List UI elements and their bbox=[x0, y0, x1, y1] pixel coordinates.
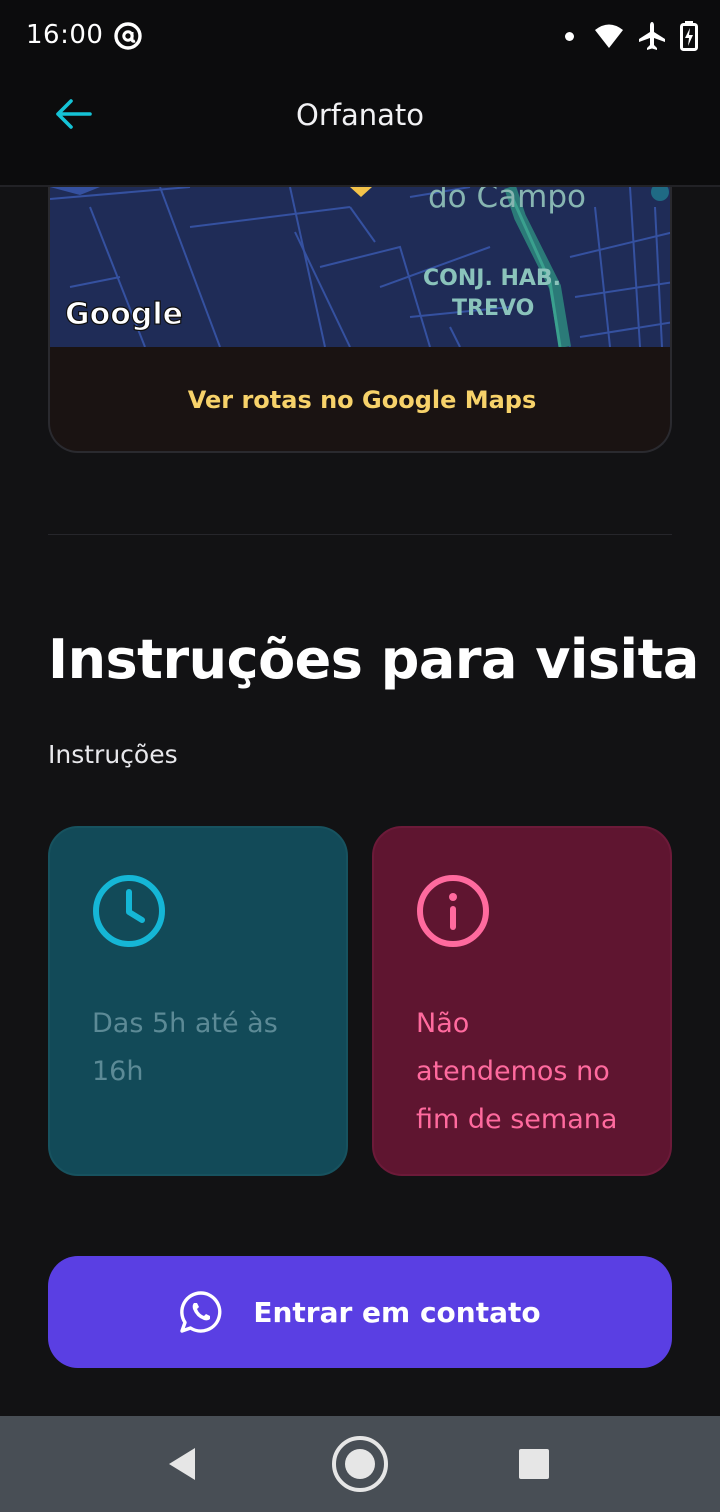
google-logo: Google bbox=[65, 297, 183, 332]
clock-icon bbox=[93, 875, 165, 947]
map-pin-icon bbox=[350, 187, 372, 197]
home-circle-icon bbox=[332, 1436, 388, 1492]
wifi-icon bbox=[595, 24, 623, 48]
instructions-title: Instruções para visita bbox=[48, 628, 699, 691]
instructions-subtitle: Instruções bbox=[48, 740, 178, 769]
at-sign-icon bbox=[114, 22, 142, 50]
status-bar: 16:00 bbox=[0, 0, 720, 72]
map-streets: do Campo CONJ. HAB. TREVO Google bbox=[50, 187, 670, 347]
status-time: 16:00 bbox=[26, 20, 104, 50]
map-label-neighborhood-2: TREVO bbox=[452, 296, 534, 321]
airplane-mode-icon bbox=[639, 22, 665, 50]
nav-back-button[interactable] bbox=[152, 1434, 212, 1494]
map-label-district: do Campo bbox=[428, 187, 586, 215]
map-label-neighborhood-1: CONJ. HAB. bbox=[423, 266, 561, 291]
battery-charging-icon bbox=[680, 21, 698, 51]
map-card: do Campo CONJ. HAB. TREVO Google Ver rot… bbox=[48, 187, 672, 453]
page-title: Orfanato bbox=[296, 98, 424, 132]
nav-recents-button[interactable] bbox=[504, 1434, 564, 1494]
app-bar: Orfanato bbox=[0, 72, 720, 187]
info-icon bbox=[417, 875, 489, 947]
back-triangle-icon bbox=[169, 1448, 195, 1480]
weekend-notice-text: Não atendemos no fim de semana bbox=[416, 1008, 618, 1135]
opening-hours-text: Das 5h até às 16h bbox=[92, 1008, 278, 1087]
status-icons bbox=[565, 20, 698, 52]
section-divider bbox=[48, 534, 672, 535]
opening-hours-card: Das 5h até às 16h bbox=[48, 826, 348, 1176]
recents-square-icon bbox=[519, 1449, 549, 1479]
map-view[interactable]: do Campo CONJ. HAB. TREVO Google bbox=[50, 187, 670, 347]
google-maps-route-link[interactable]: Ver rotas no Google Maps bbox=[50, 347, 670, 451]
whatsapp-icon bbox=[180, 1291, 222, 1333]
weekend-notice-card: Não atendemos no fim de semana bbox=[372, 826, 672, 1176]
system-nav-bar bbox=[0, 1416, 720, 1512]
nav-home-button[interactable] bbox=[330, 1434, 390, 1494]
notification-dot-icon bbox=[565, 31, 574, 41]
contact-button[interactable]: Entrar em contato bbox=[48, 1256, 672, 1368]
contact-button-label: Entrar em contato bbox=[253, 1295, 541, 1329]
